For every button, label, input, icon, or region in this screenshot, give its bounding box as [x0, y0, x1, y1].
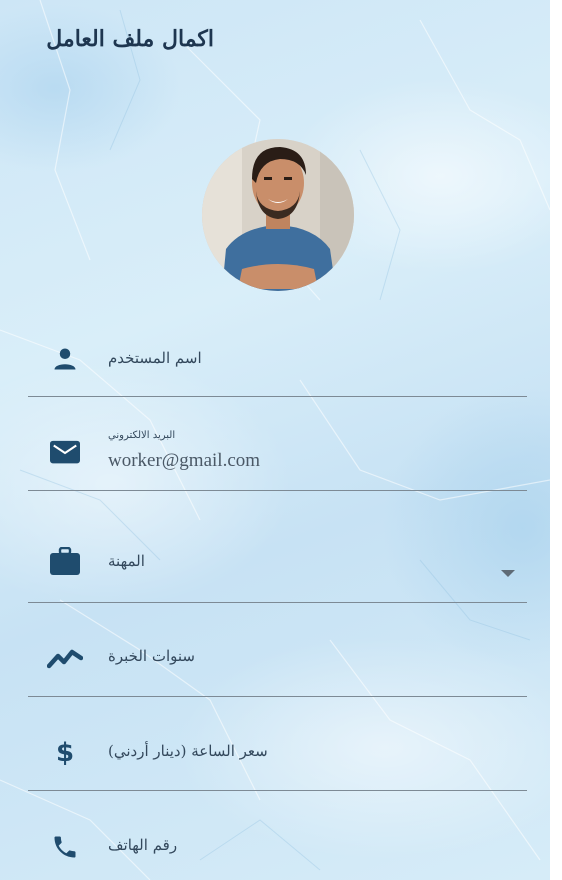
username-field[interactable]: اسم المستخدم — [28, 334, 527, 397]
profile-screen: اكمال ملف العامل اسم المستخدم البريد الا… — [0, 0, 550, 880]
person-icon — [50, 344, 80, 374]
chevron-down-icon[interactable] — [501, 570, 515, 577]
username-label: اسم المستخدم — [108, 349, 202, 367]
experience-field[interactable]: سنوات الخبرة — [28, 630, 527, 697]
briefcase-icon — [50, 546, 80, 576]
trending-icon — [47, 644, 83, 674]
email-field[interactable]: البريد الالكتروني worker@gmail.com — [28, 420, 527, 491]
email-input[interactable]: worker@gmail.com — [108, 450, 260, 472]
phone-icon — [50, 832, 80, 862]
mail-icon — [50, 438, 80, 468]
hourly-rate-label: سعر الساعة (دينار أردني) — [108, 742, 268, 760]
phone-field[interactable]: رقم الهاتف — [28, 816, 527, 880]
profile-avatar[interactable] — [202, 139, 354, 291]
email-label: البريد الالكتروني — [108, 430, 176, 441]
hourly-rate-field[interactable]: $ سعر الساعة (دينار أردني) — [28, 722, 527, 791]
profession-select[interactable]: المهنة — [28, 520, 527, 603]
user-photo — [202, 139, 354, 291]
dollar-sign: $ — [55, 738, 75, 768]
profession-label: المهنة — [108, 552, 145, 570]
dollar-icon: $ — [50, 738, 80, 768]
experience-label: سنوات الخبرة — [108, 647, 195, 665]
phone-label: رقم الهاتف — [108, 836, 178, 854]
page-title: اكمال ملف العامل — [46, 26, 214, 52]
